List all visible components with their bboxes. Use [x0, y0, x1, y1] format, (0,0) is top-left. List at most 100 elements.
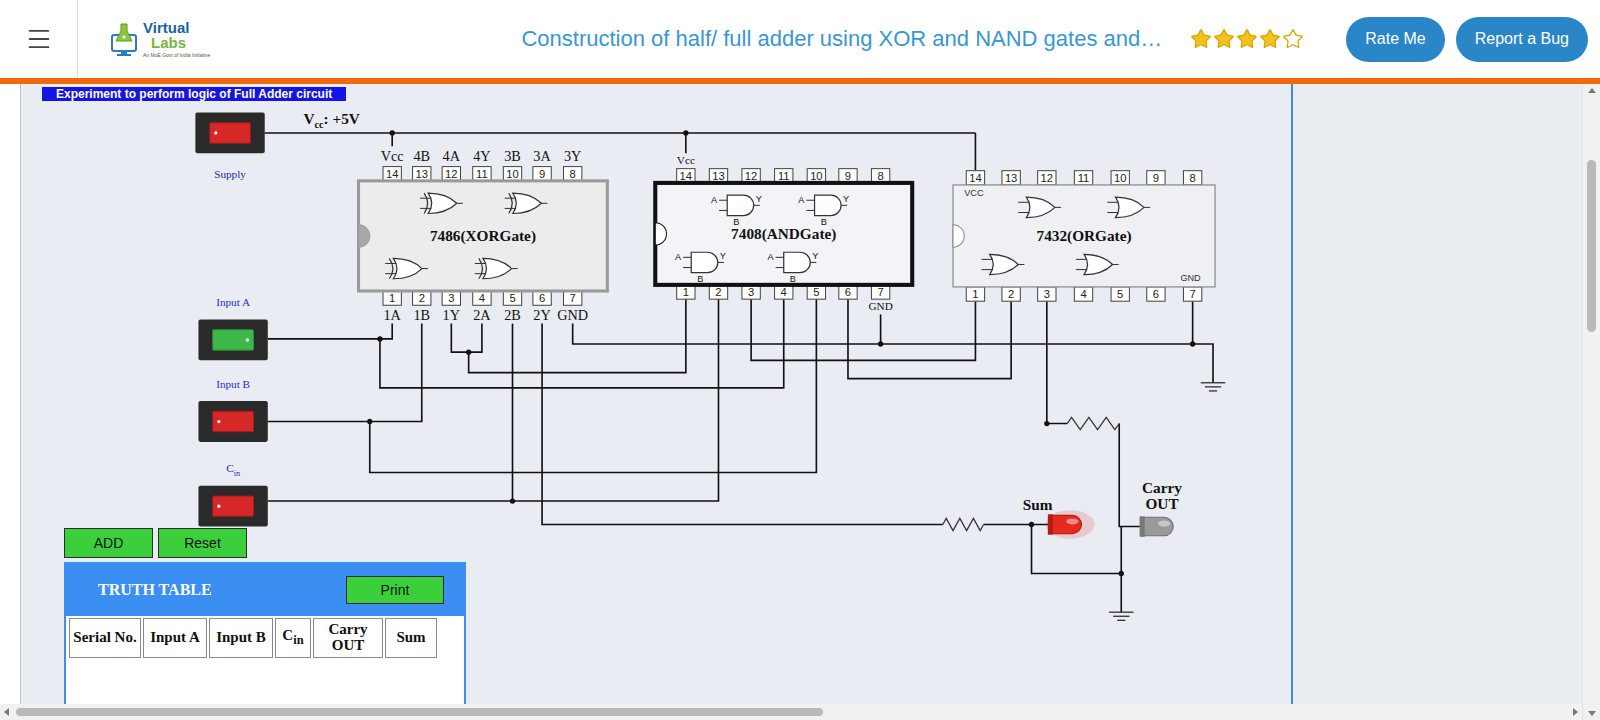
ic-chip: 14Vcc13121110981234567GNDABYABYABYABY740…	[655, 154, 912, 313]
svg-text:1: 1	[683, 286, 689, 298]
vertical-scrollbar[interactable]	[1582, 84, 1600, 720]
wire	[1192, 301, 1194, 344]
wire	[268, 324, 422, 422]
svg-text:Carry: Carry	[1142, 479, 1182, 496]
app: VirtualLabsAn MoE Govt of India Initiati…	[0, 0, 1600, 720]
wire	[1047, 301, 1067, 423]
control-button[interactable]: Reset	[158, 528, 247, 558]
table-header-cell: Input B	[209, 618, 273, 658]
toggle-switch[interactable]: Supply	[195, 113, 264, 180]
menu-button[interactable]	[0, 0, 78, 78]
svg-text:10: 10	[506, 168, 518, 180]
chip-pin: 6	[839, 285, 857, 299]
control-button[interactable]: ADD	[64, 528, 153, 558]
chip-pin: 14Vcc	[677, 154, 695, 183]
svg-text:7: 7	[1190, 288, 1196, 300]
chip-pin: 4	[775, 285, 793, 299]
star-rating[interactable]	[1190, 28, 1304, 50]
svg-text:Input B: Input B	[216, 378, 250, 390]
chip-pin: 12	[1038, 171, 1056, 185]
svg-text:5: 5	[813, 286, 819, 298]
wire	[685, 133, 687, 153]
chip-pin: 124A	[442, 148, 461, 180]
gate-pin-label: B	[790, 274, 796, 284]
experiment-banner: Experiment to perform logic of Full Adde…	[42, 87, 346, 101]
svg-text:1A: 1A	[383, 307, 401, 323]
svg-text:Y: Y	[756, 194, 762, 204]
led-on: Sum	[1023, 496, 1095, 539]
chip-pin: 134B	[413, 148, 431, 180]
xor-gate-icon	[385, 258, 428, 278]
resistor-icon	[1067, 417, 1119, 429]
svg-text:13: 13	[712, 170, 724, 182]
toggle-switch[interactable]: Cin	[198, 462, 267, 526]
or-gate-icon	[982, 254, 1025, 274]
xor-gate-icon	[420, 193, 463, 213]
experiment-panel: Experiment to perform logic of Full Adde…	[42, 84, 1293, 704]
svg-text:3Y: 3Y	[564, 148, 581, 164]
svg-text:7: 7	[570, 292, 576, 304]
svg-text:6: 6	[1153, 288, 1159, 300]
svg-text:14: 14	[969, 172, 981, 184]
svg-text:3: 3	[448, 292, 454, 304]
chip-pin: 12	[742, 169, 760, 183]
star-icon[interactable]	[1236, 28, 1258, 50]
hamburger-icon	[25, 25, 53, 53]
chip-pin: 42A	[473, 291, 492, 323]
svg-text:Sum: Sum	[1023, 496, 1053, 513]
wire	[848, 299, 1011, 379]
svg-text:1Y: 1Y	[443, 307, 460, 323]
svg-text:3A: 3A	[533, 148, 551, 164]
header-button[interactable]: Report a Bug	[1456, 17, 1588, 62]
ic-chip: 14Vcc134B124A114Y103B93A83Y11A21B31Y42A5…	[359, 148, 608, 322]
chip-pin: 9	[1147, 171, 1165, 185]
top-bar: VirtualLabsAn MoE Govt of India Initiati…	[0, 0, 1600, 84]
svg-text:Cin: Cin	[226, 462, 240, 477]
or-gate-icon	[1107, 197, 1150, 217]
svg-text:5: 5	[509, 292, 515, 304]
svg-text:Vcc: Vcc	[381, 148, 404, 164]
star-icon[interactable]	[1282, 28, 1304, 50]
chip-pin: 8	[1183, 171, 1201, 185]
chip-pin: 83Y	[563, 148, 581, 180]
toggle-switch[interactable]: Input A	[198, 296, 267, 360]
led-off: CarryOUT	[1140, 479, 1183, 537]
resistor-icon	[943, 518, 984, 530]
star-icon[interactable]	[1190, 28, 1212, 50]
logo[interactable]: VirtualLabsAn MoE Govt of India Initiati…	[110, 20, 210, 58]
chip-pin: 3	[742, 285, 760, 299]
chip-pin: 5	[807, 285, 825, 299]
svg-text:GND: GND	[1180, 273, 1201, 283]
supply-label: Vcc: +5V	[303, 110, 359, 130]
print-button[interactable]: Print	[346, 576, 444, 604]
chip-pin: 1	[677, 285, 695, 299]
scroll-thumb[interactable]	[1587, 160, 1596, 332]
star-icon[interactable]	[1259, 28, 1281, 50]
chip-pin: 7	[1183, 287, 1201, 301]
svg-text:12: 12	[745, 170, 757, 182]
svg-text:6: 6	[845, 286, 851, 298]
svg-text:A: A	[767, 252, 774, 262]
chip-pin: 2	[1002, 287, 1020, 301]
svg-text:10: 10	[1114, 172, 1126, 184]
scroll-thumb[interactable]	[16, 708, 823, 716]
horizontal-scrollbar[interactable]	[0, 704, 1582, 720]
svg-text:8: 8	[877, 170, 883, 182]
chip-pin: 1	[966, 287, 984, 301]
svg-text:6: 6	[539, 292, 545, 304]
svg-text:4A: 4A	[443, 148, 461, 164]
toggle-switch[interactable]: Input B	[198, 378, 267, 442]
wire	[751, 299, 975, 360]
header-button[interactable]: Rate Me	[1346, 17, 1444, 62]
svg-text:9: 9	[845, 170, 851, 182]
svg-text:GND: GND	[557, 307, 588, 323]
svg-text:2: 2	[1008, 288, 1014, 300]
svg-text:2A: 2A	[473, 307, 491, 323]
svg-text:4: 4	[1080, 288, 1086, 300]
star-icon[interactable]	[1213, 28, 1235, 50]
svg-text:A: A	[675, 252, 682, 262]
chip-pin: 10	[807, 169, 825, 183]
chip-pin: 62Y	[533, 291, 551, 323]
svg-text:3B: 3B	[504, 148, 521, 164]
svg-text:A: A	[711, 195, 718, 205]
